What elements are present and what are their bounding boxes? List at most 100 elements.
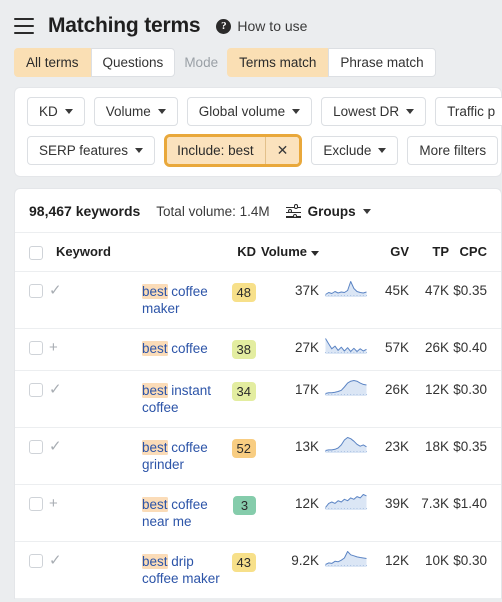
row-checkbox[interactable] <box>29 341 43 355</box>
keyword-link[interactable]: best coffee <box>142 340 208 356</box>
sliders-icon <box>285 204 301 218</box>
checkmark-icon[interactable]: ✓ <box>49 381 67 398</box>
groups-button[interactable]: Groups <box>285 204 371 219</box>
plus-icon[interactable]: + <box>49 339 67 356</box>
table-row[interactable]: + best coffee near me 3 12K 39K 7.3K $1.40 <box>15 484 501 542</box>
plus-icon[interactable]: + <box>49 495 67 512</box>
gv-cell: 57K <box>369 328 409 371</box>
column-kd[interactable]: KD <box>221 233 261 272</box>
filter-volume[interactable]: Volume <box>93 97 178 126</box>
kd-cell: 3 <box>221 484 261 542</box>
keyword-match-highlight: best <box>142 283 168 299</box>
hamburger-menu-icon[interactable] <box>14 18 34 34</box>
filter-global-volume[interactable]: Global volume <box>186 97 313 126</box>
chevron-down-icon <box>292 109 301 114</box>
tab-questions[interactable]: Questions <box>90 48 176 77</box>
include-filter-chip[interactable]: Include: best ✕ <box>164 134 303 167</box>
kd-badge: 43 <box>231 552 256 572</box>
kd-badge: 52 <box>231 438 256 458</box>
keyword-rest: coffee <box>167 340 208 356</box>
tp-cell: 12K <box>409 370 449 428</box>
column-trend <box>323 233 369 272</box>
close-x-icon[interactable]: ✕ <box>264 137 300 164</box>
table-row[interactable]: ✓ best coffee grinder 52 13K 23K 18K $0.35 <box>15 427 501 485</box>
sort-descending-icon <box>311 251 319 257</box>
filter-more-filters-label: More filters <box>419 143 487 158</box>
table-row[interactable]: ✓ best drip coffee maker 43 9.2K 12K 10K $0.30 <box>15 541 501 599</box>
trend-cell <box>323 328 369 371</box>
checkmark-icon[interactable]: ✓ <box>49 282 67 299</box>
table-row[interactable]: + best coffee 38 27K 57K 26K $0.40 <box>15 328 501 371</box>
row-checkbox[interactable] <box>29 440 43 454</box>
trend-cell <box>323 541 369 599</box>
keyword-link[interactable]: best drip coffee maker <box>142 553 220 586</box>
table-summary-bar: 98,467 keywords Total volume: 1.4M Group… <box>15 189 501 233</box>
table-row[interactable]: ✓ best instant coffee 34 17K 26K 12K $0.30 <box>15 370 501 428</box>
row-select-cell <box>15 328 49 371</box>
cpc-cell: $0.40 <box>449 328 501 371</box>
row-checkbox[interactable] <box>29 383 43 397</box>
keyword-link[interactable]: best instant coffee <box>142 382 211 415</box>
tp-cell: 7.3K <box>409 484 449 542</box>
keyword-cell: best coffee grinder <box>135 427 221 485</box>
row-select-cell <box>15 484 49 542</box>
column-keyword[interactable]: Keyword <box>49 233 221 272</box>
trend-sparkline <box>324 493 368 510</box>
keyword-cell: best coffee maker <box>135 271 221 329</box>
app-page: Matching terms ? How to use All terms Qu… <box>0 0 502 602</box>
table-row[interactable]: ✓ best coffee maker 48 37K 45K 47K $0.35 <box>15 271 501 329</box>
keyword-link[interactable]: best coffee grinder <box>142 439 208 472</box>
row-select-cell <box>15 370 49 428</box>
filter-row-primary: KD Volume Global volume Lowest DR Traffi… <box>27 97 502 126</box>
row-action-cell: ✓ <box>49 271 135 329</box>
kd-cell: 43 <box>221 541 261 599</box>
column-gv[interactable]: GV <box>369 233 409 272</box>
total-volume: Total volume: 1.4M <box>156 203 270 219</box>
row-checkbox[interactable] <box>29 554 43 568</box>
filter-more-filters[interactable]: More filters <box>407 136 499 165</box>
tab-all-terms[interactable]: All terms <box>14 48 91 77</box>
row-action-cell: ✓ <box>49 370 135 428</box>
include-chip-inner: Include: best ✕ <box>167 137 300 164</box>
row-checkbox[interactable] <box>29 284 43 298</box>
tp-cell: 18K <box>409 427 449 485</box>
keyword-cell: best instant coffee <box>135 370 221 428</box>
row-action-cell: + <box>49 484 135 542</box>
tab-phrase-match[interactable]: Phrase match <box>328 48 436 77</box>
gv-cell: 39K <box>369 484 409 542</box>
keyword-count: 98,467 keywords <box>29 203 141 219</box>
tab-bar: All terms Questions Mode Terms match Phr… <box>0 48 502 87</box>
checkmark-icon[interactable]: ✓ <box>49 552 67 569</box>
filter-traffic-potential[interactable]: Traffic p <box>435 97 502 126</box>
table-body: ✓ best coffee maker 48 37K 45K 47K $0.35 + best … <box>15 271 501 599</box>
filter-exclude-label: Exclude <box>323 143 372 158</box>
column-volume-label: Volume <box>261 244 307 260</box>
row-checkbox[interactable] <box>29 497 43 511</box>
filter-serp-features-label: SERP features <box>39 143 129 158</box>
filter-lowest-dr[interactable]: Lowest DR <box>321 97 427 126</box>
filters-container: KD Volume Global volume Lowest DR Traffi… <box>15 88 502 176</box>
column-cpc[interactable]: CPC <box>449 233 501 272</box>
column-tp[interactable]: TP <box>409 233 449 272</box>
trend-sparkline <box>324 436 368 453</box>
tab-terms-match[interactable]: Terms match <box>227 48 329 77</box>
keyword-link[interactable]: best coffee near me <box>142 496 208 529</box>
kd-badge: 3 <box>233 495 256 515</box>
trend-sparkline <box>324 337 368 354</box>
keyword-match-highlight: best <box>142 553 168 569</box>
filter-exclude[interactable]: Exclude <box>311 136 399 165</box>
filter-serp-features[interactable]: SERP features <box>27 136 156 165</box>
filter-row-secondary: SERP features Include: best ✕ Exclude Mo… <box>27 134 501 167</box>
keyword-link[interactable]: best coffee maker <box>142 283 208 316</box>
filter-traffic-potential-label: Traffic p <box>447 104 496 119</box>
trend-sparkline <box>324 550 368 567</box>
checkmark-icon[interactable]: ✓ <box>49 438 67 455</box>
keyword-match-highlight: best <box>142 496 168 512</box>
how-to-use-link[interactable]: ? How to use <box>216 18 307 34</box>
row-select-cell <box>15 541 49 599</box>
filter-kd[interactable]: KD <box>27 97 85 126</box>
filter-volume-label: Volume <box>105 104 151 119</box>
chevron-down-icon <box>362 208 371 214</box>
select-all-checkbox[interactable] <box>29 245 43 260</box>
column-volume[interactable]: Volume <box>261 233 323 272</box>
